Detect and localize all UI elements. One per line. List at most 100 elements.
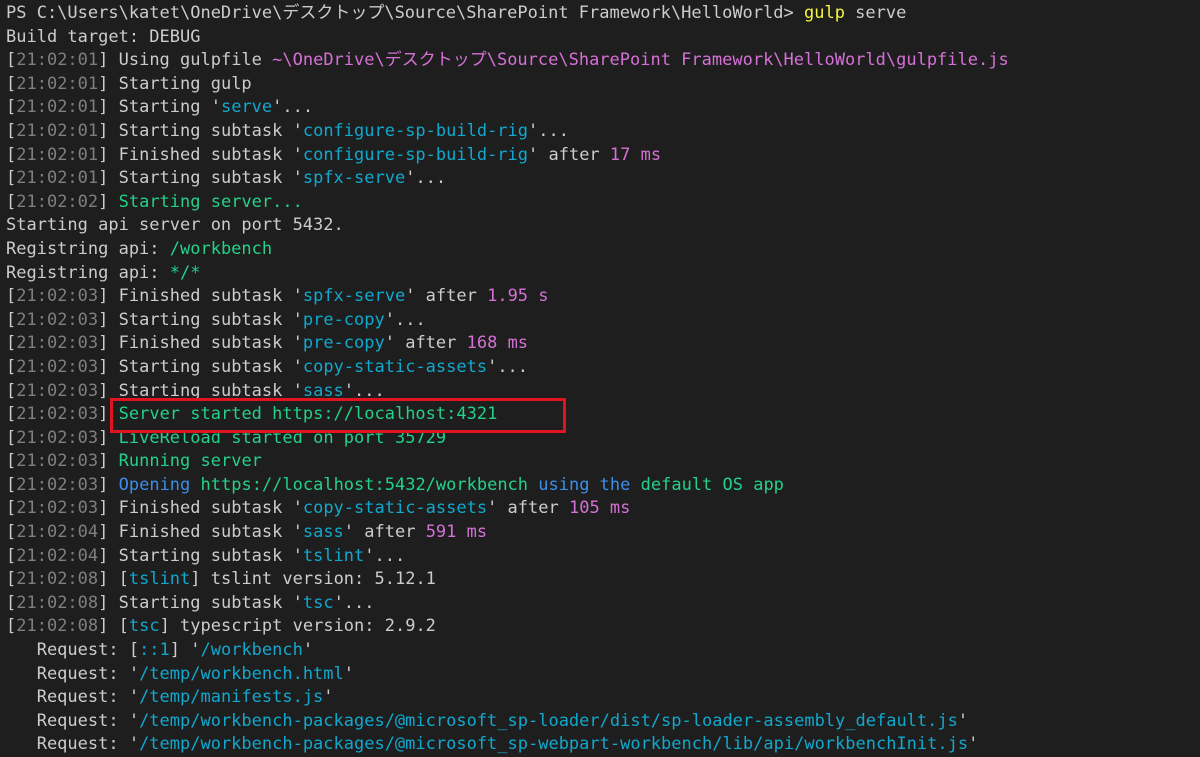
terminal-text: ] [: [98, 616, 129, 637]
request-line: Request: '/temp/workbench-packages/@micr…: [6, 733, 1200, 757]
terminal-text: Build target: DEBUG: [6, 26, 201, 47]
terminal-text: ] Finished subtask ': [98, 522, 303, 543]
terminal-text: /temp/workbench-packages/@microsoft_sp-w…: [139, 734, 969, 755]
log-line: [21:02:03] Starting subtask 'pre-copy'..…: [6, 309, 1200, 333]
terminal-text: 21:02:02: [16, 191, 99, 212]
log-line: [21:02:01] Starting 'serve'...: [6, 96, 1200, 120]
terminal-text: 21:02:03: [16, 286, 99, 307]
terminal-text: copy-static-assets: [302, 498, 488, 519]
terminal-text: spfx-serve: [302, 168, 406, 189]
terminal-text: ~\OneDrive\デスクトップ\Source\SharePoint Fram…: [272, 50, 1009, 71]
terminal-text: ]: [98, 191, 119, 212]
terminal-text: serve: [844, 3, 907, 23]
request-line: Request: [::1] '/workbench': [6, 639, 1200, 663]
log-line: [21:02:01] Starting subtask 'configure-s…: [6, 120, 1200, 144]
terminal-text: [: [6, 286, 17, 307]
terminal-text: sass: [302, 522, 344, 543]
log-line: [21:02:03] Finished subtask 'spfx-serve'…: [6, 285, 1200, 309]
terminal-text: /workbench: [200, 640, 303, 661]
terminal-text: 21:02:04: [16, 522, 99, 543]
log-line: [21:02:03] Finished subtask 'copy-static…: [6, 497, 1200, 521]
terminal-text: ] Starting subtask ': [98, 356, 303, 377]
log-line: [21:02:01] Starting subtask 'spfx-serve'…: [6, 167, 1200, 191]
terminal-text: ] Starting subtask ': [98, 380, 303, 401]
terminal-text: ' after: [487, 498, 569, 519]
log-line: [21:02:03] Starting subtask 'sass'...: [6, 380, 1200, 404]
terminal-text: ] Finished subtask ': [98, 286, 303, 307]
terminal-text: sass: [302, 380, 344, 401]
terminal-text: ]: [98, 451, 119, 472]
plain-line: Registring api: /workbench: [6, 238, 1200, 262]
terminal-text: [: [6, 333, 17, 354]
terminal-text: [: [6, 50, 17, 71]
terminal-text: https://localhost:5432/workbench: [200, 474, 529, 495]
terminal-text: 21:02:01: [16, 168, 99, 189]
terminal-text: [: [6, 380, 17, 401]
terminal-text: Starting server...: [118, 191, 303, 212]
log-line: [21:02:03] LiveReload started on port 35…: [6, 427, 1200, 451]
terminal-text: /temp/workbench-packages/@microsoft_sp-l…: [139, 710, 958, 731]
terminal-text: 17 ms: [609, 144, 662, 165]
terminal-text: Request: ': [6, 710, 140, 731]
log-line: [21:02:03] Opening https://localhost:543…: [6, 474, 1200, 498]
terminal-text: 21:02:03: [16, 474, 99, 495]
terminal-text: [: [6, 498, 17, 519]
log-line: [21:02:03] Finished subtask 'pre-copy' a…: [6, 332, 1200, 356]
terminal-text: [: [6, 191, 17, 212]
prompt-line: PS C:\Users\katet\OneDrive\デスクトップ\Source…: [6, 2, 1200, 26]
terminal-text: ' after: [384, 333, 467, 354]
request-line: Request: '/temp/workbench.html': [6, 663, 1200, 687]
log-line: [21:02:04] Starting subtask 'tslint'...: [6, 545, 1200, 569]
terminal-text: 21:02:04: [16, 545, 99, 566]
terminal-text: using the: [528, 474, 641, 495]
terminal-text: Registring api:: [6, 238, 170, 259]
log-line: [21:02:01] Starting gulp: [6, 73, 1200, 97]
terminal-text: /temp/workbench.html: [139, 663, 344, 684]
terminal-text: [: [6, 73, 17, 94]
terminal-text: pre-copy: [302, 309, 385, 330]
terminal-text: Starting api server on port 5432.: [6, 215, 344, 236]
terminal-text: ] Starting subtask ': [98, 592, 303, 613]
terminal-text: serve: [220, 97, 273, 118]
terminal-text: ] Starting ': [98, 97, 221, 118]
log-line: [21:02:01] Using gulpfile ~\OneDrive\デスク…: [6, 49, 1200, 73]
terminal-text: ] Starting subtask ': [98, 120, 303, 141]
terminal-text: ] tslint version: 5.12.1: [190, 569, 436, 590]
terminal-text: ] Starting subtask ': [98, 309, 303, 330]
terminal-text: Request: ': [6, 663, 140, 684]
terminal-text: '...: [343, 380, 385, 401]
terminal-text: ': [323, 687, 334, 708]
terminal-text: 21:02:01: [16, 144, 99, 165]
terminal-text: 21:02:08: [16, 616, 99, 637]
terminal-text: 21:02:03: [16, 309, 99, 330]
terminal-text: ] Using gulpfile: [98, 50, 273, 71]
terminal-text: '...: [528, 120, 569, 141]
terminal-text: 105 ms: [568, 498, 631, 519]
terminal-text: '...: [405, 168, 447, 189]
log-line: [21:02:08] [tslint] tslint version: 5.12…: [6, 568, 1200, 592]
terminal-text: Request: ': [6, 687, 140, 708]
terminal-text: [: [6, 451, 17, 472]
terminal-text: [: [6, 569, 17, 590]
terminal-text: ]: [98, 474, 119, 495]
terminal-text: ] Finished subtask ': [98, 144, 303, 165]
terminal-text: 21:02:01: [16, 97, 99, 118]
terminal-text: ' after: [528, 144, 610, 165]
terminal-text: spfx-serve: [302, 286, 406, 307]
terminal-text: [: [6, 427, 17, 448]
terminal-text: ] Starting subtask ': [98, 545, 303, 566]
terminal-text: [: [6, 592, 17, 613]
terminal-text: default OS app: [640, 474, 784, 495]
terminal-text: '...: [487, 356, 529, 377]
terminal-text: tslint: [128, 569, 191, 590]
terminal-window[interactable]: PS C:\Users\katet\OneDrive\デスクトップ\Source…: [0, 0, 1200, 757]
terminal-text: ]: [98, 427, 119, 448]
terminal-text: 168 ms: [466, 333, 529, 354]
terminal-text: tsc: [128, 616, 160, 637]
terminal-text: [: [6, 168, 17, 189]
terminal-text: Request: [: [6, 640, 140, 661]
terminal-text: ] Starting gulp: [98, 73, 252, 94]
terminal-text: copy-static-assets: [302, 356, 488, 377]
terminal-text: ]: [98, 404, 119, 425]
terminal-text: tsc: [302, 592, 334, 613]
